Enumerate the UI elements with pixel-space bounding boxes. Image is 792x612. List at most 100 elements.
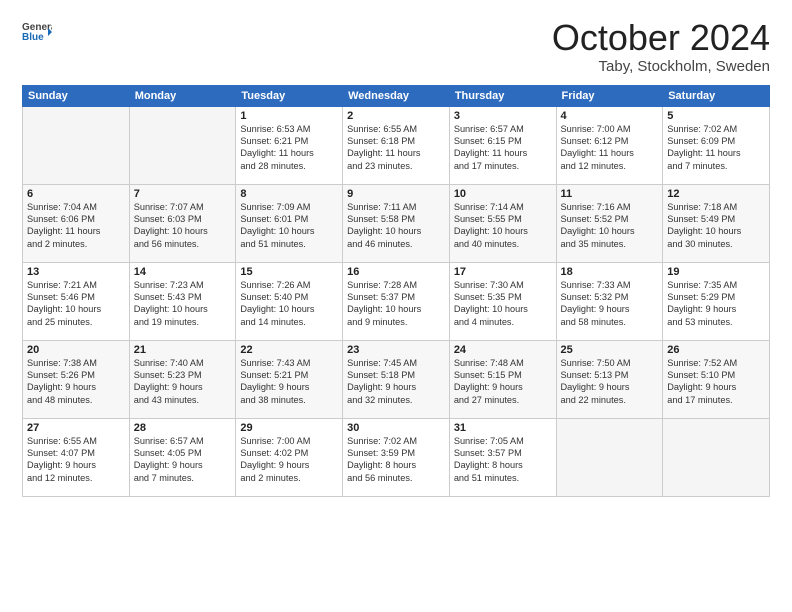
day-info: Sunrise: 7:18 AM Sunset: 5:49 PM Dayligh… (667, 201, 765, 251)
day-info: Sunrise: 7:30 AM Sunset: 5:35 PM Dayligh… (454, 279, 552, 329)
header-tuesday: Tuesday (236, 85, 343, 106)
day-number: 29 (240, 422, 338, 434)
table-row: 24Sunrise: 7:48 AM Sunset: 5:15 PM Dayli… (449, 340, 556, 418)
month-title: October 2024 (552, 18, 770, 58)
day-number: 15 (240, 266, 338, 278)
table-row: 16Sunrise: 7:28 AM Sunset: 5:37 PM Dayli… (343, 262, 450, 340)
day-info: Sunrise: 7:35 AM Sunset: 5:29 PM Dayligh… (667, 279, 765, 329)
table-row (663, 418, 770, 496)
calendar-week-row: 6Sunrise: 7:04 AM Sunset: 6:06 PM Daylig… (23, 184, 770, 262)
day-number: 24 (454, 344, 552, 356)
table-row: 4Sunrise: 7:00 AM Sunset: 6:12 PM Daylig… (556, 106, 663, 184)
day-number: 9 (347, 188, 445, 200)
day-number: 13 (27, 266, 125, 278)
day-number: 3 (454, 110, 552, 122)
day-info: Sunrise: 7:05 AM Sunset: 3:57 PM Dayligh… (454, 435, 552, 485)
calendar-week-row: 27Sunrise: 6:55 AM Sunset: 4:07 PM Dayli… (23, 418, 770, 496)
table-row: 17Sunrise: 7:30 AM Sunset: 5:35 PM Dayli… (449, 262, 556, 340)
table-row: 19Sunrise: 7:35 AM Sunset: 5:29 PM Dayli… (663, 262, 770, 340)
day-info: Sunrise: 7:52 AM Sunset: 5:10 PM Dayligh… (667, 357, 765, 407)
day-info: Sunrise: 7:02 AM Sunset: 6:09 PM Dayligh… (667, 123, 765, 173)
day-number: 26 (667, 344, 765, 356)
header-sunday: Sunday (23, 85, 130, 106)
day-number: 8 (240, 188, 338, 200)
day-info: Sunrise: 6:53 AM Sunset: 6:21 PM Dayligh… (240, 123, 338, 173)
table-row: 23Sunrise: 7:45 AM Sunset: 5:18 PM Dayli… (343, 340, 450, 418)
day-info: Sunrise: 7:09 AM Sunset: 6:01 PM Dayligh… (240, 201, 338, 251)
day-number: 22 (240, 344, 338, 356)
day-number: 4 (561, 110, 659, 122)
header-monday: Monday (129, 85, 236, 106)
table-row: 29Sunrise: 7:00 AM Sunset: 4:02 PM Dayli… (236, 418, 343, 496)
day-number: 14 (134, 266, 232, 278)
day-info: Sunrise: 7:04 AM Sunset: 6:06 PM Dayligh… (27, 201, 125, 251)
header-friday: Friday (556, 85, 663, 106)
calendar-table: Sunday Monday Tuesday Wednesday Thursday… (22, 85, 770, 497)
calendar-week-row: 13Sunrise: 7:21 AM Sunset: 5:46 PM Dayli… (23, 262, 770, 340)
day-number: 16 (347, 266, 445, 278)
day-number: 10 (454, 188, 552, 200)
day-number: 11 (561, 188, 659, 200)
day-info: Sunrise: 7:45 AM Sunset: 5:18 PM Dayligh… (347, 357, 445, 407)
day-info: Sunrise: 7:11 AM Sunset: 5:58 PM Dayligh… (347, 201, 445, 251)
day-info: Sunrise: 7:07 AM Sunset: 6:03 PM Dayligh… (134, 201, 232, 251)
day-number: 31 (454, 422, 552, 434)
logo: General Blue (22, 18, 52, 46)
table-row (23, 106, 130, 184)
day-info: Sunrise: 7:21 AM Sunset: 5:46 PM Dayligh… (27, 279, 125, 329)
header-saturday: Saturday (663, 85, 770, 106)
calendar-week-row: 1Sunrise: 6:53 AM Sunset: 6:21 PM Daylig… (23, 106, 770, 184)
table-row: 30Sunrise: 7:02 AM Sunset: 3:59 PM Dayli… (343, 418, 450, 496)
day-info: Sunrise: 6:57 AM Sunset: 4:05 PM Dayligh… (134, 435, 232, 485)
day-info: Sunrise: 7:16 AM Sunset: 5:52 PM Dayligh… (561, 201, 659, 251)
table-row: 26Sunrise: 7:52 AM Sunset: 5:10 PM Dayli… (663, 340, 770, 418)
day-number: 30 (347, 422, 445, 434)
day-info: Sunrise: 6:55 AM Sunset: 6:18 PM Dayligh… (347, 123, 445, 173)
page: General Blue October 2024 Taby, Stockhol… (0, 0, 792, 612)
calendar-week-row: 20Sunrise: 7:38 AM Sunset: 5:26 PM Dayli… (23, 340, 770, 418)
table-row: 8Sunrise: 7:09 AM Sunset: 6:01 PM Daylig… (236, 184, 343, 262)
table-row (129, 106, 236, 184)
day-info: Sunrise: 7:50 AM Sunset: 5:13 PM Dayligh… (561, 357, 659, 407)
day-number: 1 (240, 110, 338, 122)
day-number: 23 (347, 344, 445, 356)
header: General Blue October 2024 Taby, Stockhol… (22, 18, 770, 75)
day-info: Sunrise: 7:38 AM Sunset: 5:26 PM Dayligh… (27, 357, 125, 407)
svg-text:General: General (22, 22, 52, 33)
day-number: 6 (27, 188, 125, 200)
day-number: 5 (667, 110, 765, 122)
table-row: 1Sunrise: 6:53 AM Sunset: 6:21 PM Daylig… (236, 106, 343, 184)
day-number: 25 (561, 344, 659, 356)
table-row (556, 418, 663, 496)
day-number: 18 (561, 266, 659, 278)
table-row: 28Sunrise: 6:57 AM Sunset: 4:05 PM Dayli… (129, 418, 236, 496)
table-row: 3Sunrise: 6:57 AM Sunset: 6:15 PM Daylig… (449, 106, 556, 184)
table-row: 11Sunrise: 7:16 AM Sunset: 5:52 PM Dayli… (556, 184, 663, 262)
day-info: Sunrise: 7:26 AM Sunset: 5:40 PM Dayligh… (240, 279, 338, 329)
table-row: 31Sunrise: 7:05 AM Sunset: 3:57 PM Dayli… (449, 418, 556, 496)
table-row: 20Sunrise: 7:38 AM Sunset: 5:26 PM Dayli… (23, 340, 130, 418)
day-info: Sunrise: 7:00 AM Sunset: 4:02 PM Dayligh… (240, 435, 338, 485)
svg-text:Blue: Blue (22, 32, 44, 43)
table-row: 5Sunrise: 7:02 AM Sunset: 6:09 PM Daylig… (663, 106, 770, 184)
day-info: Sunrise: 6:55 AM Sunset: 4:07 PM Dayligh… (27, 435, 125, 485)
day-number: 19 (667, 266, 765, 278)
day-number: 20 (27, 344, 125, 356)
day-info: Sunrise: 6:57 AM Sunset: 6:15 PM Dayligh… (454, 123, 552, 173)
day-info: Sunrise: 7:40 AM Sunset: 5:23 PM Dayligh… (134, 357, 232, 407)
day-number: 27 (27, 422, 125, 434)
day-info: Sunrise: 7:28 AM Sunset: 5:37 PM Dayligh… (347, 279, 445, 329)
table-row: 25Sunrise: 7:50 AM Sunset: 5:13 PM Dayli… (556, 340, 663, 418)
title-block: October 2024 Taby, Stockholm, Sweden (552, 18, 770, 75)
table-row: 14Sunrise: 7:23 AM Sunset: 5:43 PM Dayli… (129, 262, 236, 340)
table-row: 10Sunrise: 7:14 AM Sunset: 5:55 PM Dayli… (449, 184, 556, 262)
day-info: Sunrise: 7:14 AM Sunset: 5:55 PM Dayligh… (454, 201, 552, 251)
day-info: Sunrise: 7:33 AM Sunset: 5:32 PM Dayligh… (561, 279, 659, 329)
table-row: 2Sunrise: 6:55 AM Sunset: 6:18 PM Daylig… (343, 106, 450, 184)
day-number: 28 (134, 422, 232, 434)
day-number: 12 (667, 188, 765, 200)
day-info: Sunrise: 7:23 AM Sunset: 5:43 PM Dayligh… (134, 279, 232, 329)
table-row: 18Sunrise: 7:33 AM Sunset: 5:32 PM Dayli… (556, 262, 663, 340)
table-row: 9Sunrise: 7:11 AM Sunset: 5:58 PM Daylig… (343, 184, 450, 262)
day-info: Sunrise: 7:43 AM Sunset: 5:21 PM Dayligh… (240, 357, 338, 407)
